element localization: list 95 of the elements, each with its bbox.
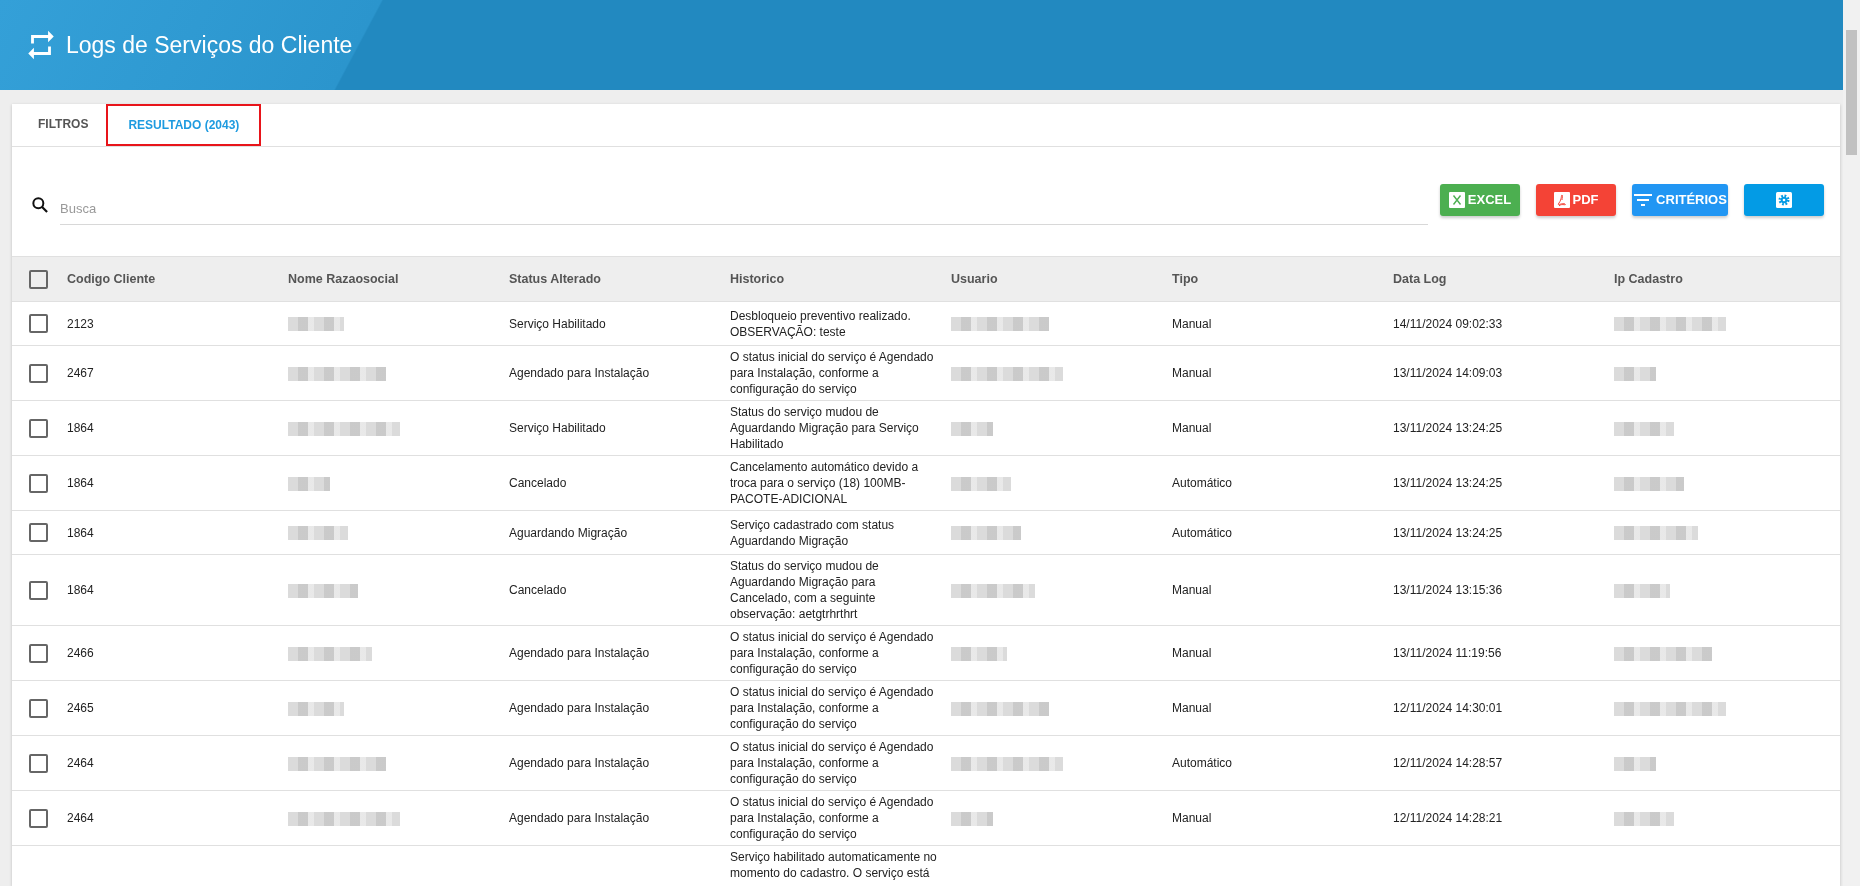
row-checkbox[interactable]	[29, 808, 48, 828]
table-cell: O status inicial do serviço é Agendado para Instalação, conforme a configuração do serviço	[730, 740, 934, 786]
table-cell: Automático	[1172, 756, 1233, 770]
table-cell: 12/11/2024 14:28:57	[1393, 756, 1503, 770]
table-cell: O status inicial do serviço é Agendado para Instalação, conforme a configuração do serviço	[730, 630, 934, 676]
row-checkbox[interactable]	[29, 523, 48, 542]
table-cell: Status do serviço mudou de Aguardando Migração para Serviço Habilitado	[730, 405, 919, 451]
page-title: Logs de Serviços do Cliente	[66, 31, 353, 59]
column-header[interactable]: Nome Razaosocial	[276, 268, 497, 290]
table-cell: 12/11/2024 14:28:21	[1393, 811, 1503, 825]
redacted-block	[288, 701, 344, 716]
table-cell: Cancelado	[509, 583, 567, 597]
select-all-checkbox[interactable]	[29, 269, 48, 289]
table-cell: 13/11/2024 14:09:03	[1393, 366, 1503, 380]
table-cell: 2464	[67, 756, 94, 770]
spreadsheet-icon	[1448, 191, 1465, 208]
column-header[interactable]: Usuario	[939, 268, 1160, 290]
table-cell: 13/11/2024 13:24:25	[1393, 525, 1503, 540]
table-cell: 13/11/2024 13:24:25	[1393, 421, 1503, 435]
redacted-block	[1614, 366, 1656, 381]
redacted-block	[1614, 756, 1656, 771]
table-cell: 14/11/2024 09:02:33	[1393, 316, 1503, 331]
table-cell: Agendado para Instalação	[509, 701, 650, 715]
redacted-block	[951, 811, 993, 826]
table-cell: 1864	[67, 583, 94, 597]
redacted-block	[1614, 421, 1674, 436]
table-cell: 2465	[67, 701, 94, 715]
table-cell: 13/11/2024 11:19:56	[1393, 646, 1502, 660]
table-cell: Cancelado	[509, 476, 567, 490]
table-cell: 13/11/2024 13:15:36	[1393, 583, 1503, 597]
settings-button[interactable]	[1744, 183, 1824, 216]
redacted-block	[951, 526, 1021, 541]
table-cell: Serviço Habilitado	[509, 316, 606, 331]
table-cell: Serviço Habilitado	[509, 421, 606, 435]
tab[interactable]: FILTROS	[24, 104, 103, 146]
table-cell: 2464	[67, 811, 94, 825]
table-cell: Serviço cadastrado com status Aguardando Migração	[730, 517, 895, 548]
row-checkbox[interactable]	[29, 363, 48, 383]
table-cell: Cancelamento automático devido a troca para o serviço (18) 100MB-PACOTE-ADICIONAL	[730, 460, 919, 506]
table-cell: 2123	[67, 316, 94, 331]
table-cell: O status inicial do serviço é Agendado para Instalação, conforme a configuração do serviço	[730, 795, 934, 841]
table-cell: Manual	[1172, 421, 1212, 435]
table-cell: Manual	[1172, 583, 1212, 597]
column-header[interactable]: Historico	[718, 268, 939, 290]
pdf-button[interactable]: PDF	[1536, 183, 1616, 216]
redacted-block	[951, 646, 1007, 661]
column-header[interactable]: Status Alterado	[497, 268, 718, 290]
redacted-block	[288, 476, 330, 491]
row-checkbox[interactable]	[29, 418, 48, 438]
row-checkbox[interactable]	[29, 473, 48, 493]
table-cell: Manual	[1172, 701, 1212, 715]
pdf-icon	[1553, 191, 1570, 208]
table-cell: Agendado para Instalação	[509, 756, 650, 770]
table-cell: Desbloqueio preventivo realizado. OBSERVAÇÃO: teste	[730, 308, 911, 339]
table-cell: O status inicial do serviço é Agendado para Instalação, conforme a configuração do serviço	[730, 685, 934, 731]
table-cell: Serviço habilitado automaticamente no momento do cadastro. O serviço está	[730, 850, 937, 880]
redacted-block	[1614, 811, 1674, 826]
filter-icon	[1633, 191, 1654, 208]
table-cell: Automático	[1172, 476, 1233, 490]
column-header[interactable]: Data Log	[1381, 268, 1602, 290]
redacted-block	[288, 526, 348, 541]
table-cell: Manual	[1172, 646, 1212, 660]
table-cell: Manual	[1172, 366, 1212, 380]
table-cell: 2466	[67, 646, 94, 660]
table-cell: Agendado para Instalação	[509, 366, 650, 380]
table-cell: 1864	[67, 421, 94, 435]
redacted-block	[951, 421, 993, 436]
table-cell: Automático	[1172, 525, 1233, 540]
column-header[interactable]: Ip Cadastro	[1602, 268, 1823, 290]
table-cell: Manual	[1172, 811, 1212, 825]
redacted-block	[288, 317, 344, 332]
column-header[interactable]: Codigo Cliente	[55, 268, 276, 290]
redacted-block	[951, 476, 1011, 491]
table-cell: Aguardando Migração	[509, 525, 628, 540]
table-cell: O status inicial do serviço é Agendado para Instalação, conforme a configuração do serviço	[730, 350, 934, 396]
redacted-block	[1614, 476, 1684, 491]
table-cell: 2467	[67, 366, 94, 380]
table-cell: 13/11/2024 13:24:25	[1393, 476, 1503, 490]
table-cell: Status do serviço mudou de Aguardando Migração para Cancelado, com a seguinte observação: aetgtrhrthrt	[730, 559, 879, 621]
table-cell: 1864	[67, 476, 94, 490]
row-checkbox[interactable]	[29, 314, 48, 333]
table-cell: Agendado para Instalação	[509, 811, 650, 825]
row-checkbox[interactable]	[29, 580, 48, 600]
settings-icon	[1776, 191, 1792, 208]
table-cell: Manual	[1172, 316, 1212, 331]
redacted-block	[1614, 583, 1670, 598]
row-checkbox[interactable]	[29, 698, 48, 718]
table-cell: Agendado para Instalação	[509, 646, 650, 660]
row-checkbox[interactable]	[29, 753, 48, 773]
search-icon	[30, 194, 50, 215]
table-cell: 1864	[67, 525, 94, 540]
table-cell: 12/11/2024 14:30:01	[1393, 701, 1503, 715]
row-checkbox[interactable]	[29, 643, 48, 663]
redacted-block	[288, 583, 358, 598]
column-header[interactable]: Tipo	[1160, 268, 1381, 290]
